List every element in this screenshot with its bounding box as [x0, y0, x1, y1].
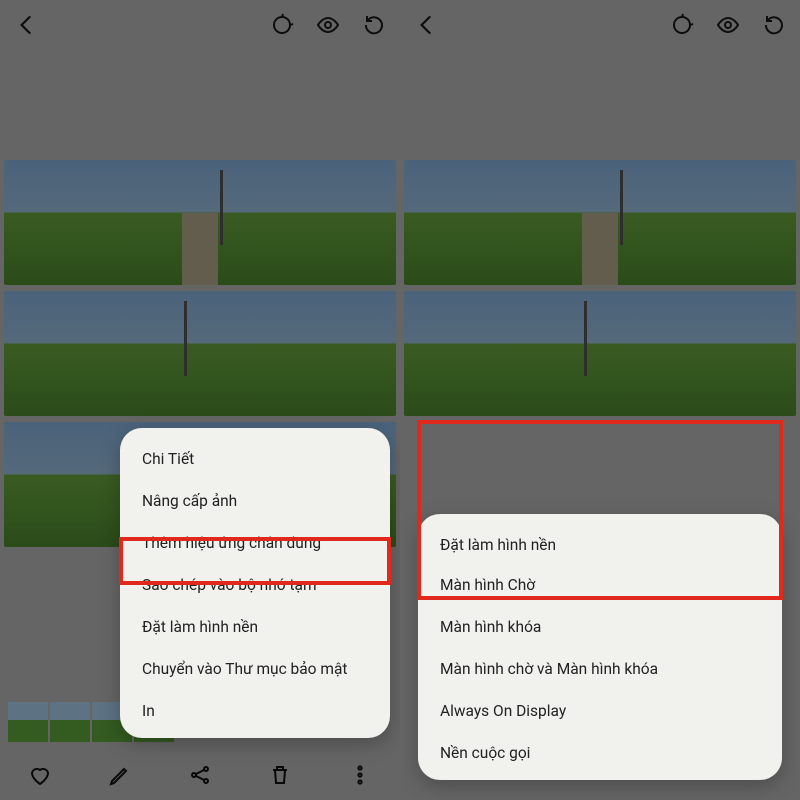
phone-left: Chi Tiết Nâng cấp ảnh Thêm hiệu ứng chân… — [0, 0, 400, 800]
rotate-icon[interactable] — [362, 13, 386, 37]
share-icon[interactable] — [188, 763, 212, 787]
ai-icon[interactable] — [670, 13, 694, 37]
menu-item-portrait[interactable]: Thêm hiệu ứng chân dung — [120, 522, 390, 564]
back-icon[interactable] — [14, 12, 40, 38]
eye-icon[interactable] — [716, 13, 740, 37]
menu-item-home-lock[interactable]: Màn hình chờ và Màn hình khóa — [418, 648, 782, 690]
menu-item-details[interactable]: Chi Tiết — [120, 438, 390, 480]
photo-thumbnail[interactable] — [4, 160, 396, 285]
bottombar — [0, 750, 400, 800]
ai-icon[interactable] — [270, 13, 294, 37]
menu-item-print[interactable]: In — [120, 690, 390, 732]
thumbnail[interactable] — [8, 702, 48, 742]
edit-icon[interactable] — [108, 763, 132, 787]
photo-thumbnail[interactable] — [4, 291, 396, 416]
rotate-icon[interactable] — [762, 13, 786, 37]
context-menu: Chi Tiết Nâng cấp ảnh Thêm hiệu ứng chân… — [120, 428, 390, 738]
gallery-preview — [404, 160, 796, 422]
menu-item-secure-folder[interactable]: Chuyển vào Thư mục bảo mật — [120, 648, 390, 690]
menu-item-aod[interactable]: Always On Display — [418, 690, 782, 732]
menu-header: Đặt làm hình nền — [418, 524, 782, 564]
menu-item-call-bg[interactable]: Nền cuộc gọi — [418, 732, 782, 774]
thumbnail[interactable] — [50, 702, 90, 742]
menu-item-lock[interactable]: Màn hình khóa — [418, 606, 782, 648]
more-icon[interactable] — [348, 763, 372, 787]
phone-right: Đặt làm hình nền Màn hình Chờ Màn hình k… — [400, 0, 800, 800]
photo-thumbnail[interactable] — [404, 291, 796, 416]
photo-thumbnail[interactable] — [404, 160, 796, 285]
trash-icon[interactable] — [268, 763, 292, 787]
eye-icon[interactable] — [316, 13, 340, 37]
topbar — [0, 0, 400, 50]
menu-item-home[interactable]: Màn hình Chờ — [418, 564, 782, 606]
heart-icon[interactable] — [28, 763, 52, 787]
menu-item-enhance[interactable]: Nâng cấp ảnh — [120, 480, 390, 522]
back-icon[interactable] — [414, 12, 440, 38]
menu-item-wallpaper[interactable]: Đặt làm hình nền — [120, 606, 390, 648]
topbar — [400, 0, 800, 50]
wallpaper-menu: Đặt làm hình nền Màn hình Chờ Màn hình k… — [418, 514, 782, 780]
menu-item-copy[interactable]: Sao chép vào bộ nhớ tạm — [120, 564, 390, 606]
